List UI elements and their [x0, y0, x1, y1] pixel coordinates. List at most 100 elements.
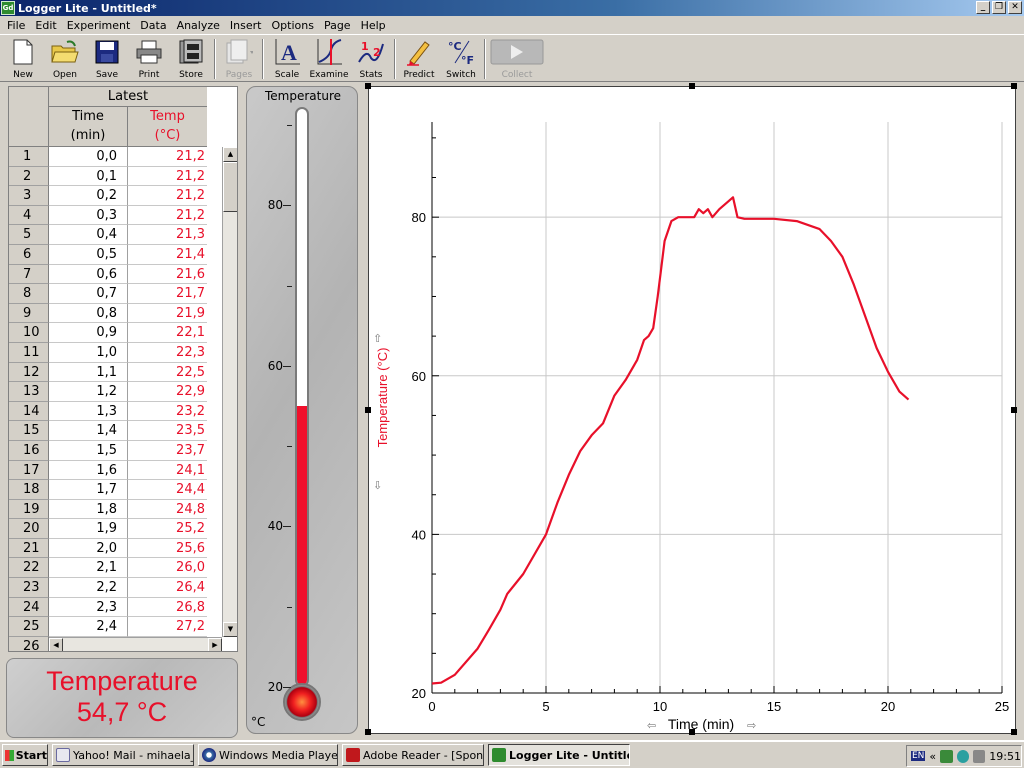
table-row[interactable]: 19 1,8 24,8: [9, 499, 221, 520]
time-cell[interactable]: 1,4: [49, 421, 128, 441]
table-row[interactable]: 16 1,5 23,7: [9, 440, 221, 461]
vertical-scrollbar[interactable]: ▲ ▼: [222, 147, 237, 637]
temp-cell[interactable]: 22,1: [128, 323, 207, 343]
open-button[interactable]: Open: [44, 35, 86, 81]
time-cell[interactable]: 0,2: [49, 186, 128, 206]
resize-handle[interactable]: [1011, 407, 1017, 413]
resize-handle[interactable]: [365, 407, 371, 413]
table-row[interactable]: 18 1,7 24,4: [9, 480, 221, 500]
table-row[interactable]: 9 0,8 21,9: [9, 303, 221, 324]
temp-cell[interactable]: 22,3: [128, 343, 207, 363]
temp-cell[interactable]: 21,3: [128, 225, 207, 245]
stats-button[interactable]: 12 Stats: [350, 35, 392, 81]
start-button[interactable]: Start: [2, 744, 48, 766]
restore-button[interactable]: ❐: [992, 1, 1006, 14]
table-row[interactable]: 10 0,9 22,1: [9, 323, 221, 343]
time-cell[interactable]: 1,6: [49, 460, 128, 481]
temp-cell[interactable]: 27,2: [128, 617, 207, 637]
temp-cell[interactable]: 22,5: [128, 363, 207, 383]
time-cell[interactable]: 1,2: [49, 382, 128, 402]
thermometer-panel[interactable]: Temperature °C 80 60 40 20: [246, 86, 358, 734]
temp-cell[interactable]: 26,0: [128, 558, 207, 579]
time-cell[interactable]: 1,3: [49, 401, 128, 422]
time-cell[interactable]: 2,3: [49, 597, 128, 618]
temp-cell[interactable]: 24,8: [128, 500, 207, 520]
temp-cell[interactable]: 24,1: [128, 461, 207, 481]
time-cell[interactable]: 1,0: [49, 342, 128, 363]
table-row[interactable]: 6 0,5 21,4: [9, 244, 221, 265]
temp-cell[interactable]: 21,2: [128, 147, 207, 167]
temp-cell[interactable]: 21,7: [128, 284, 207, 304]
graph-panel[interactable]: 0 5 10 15 20 25 20 40 60 80 Time (min) Temperature …: [365, 83, 1017, 735]
antivirus-icon[interactable]: [956, 749, 969, 763]
resize-handle[interactable]: [1011, 83, 1017, 89]
store-button[interactable]: Store: [170, 35, 212, 81]
table-row[interactable]: 3 0,2 21,2: [9, 186, 221, 206]
table-row[interactable]: 25 2,4 27,2: [9, 617, 221, 637]
time-cell[interactable]: 2,0: [49, 538, 128, 559]
time-cell[interactable]: 0,3: [49, 205, 128, 226]
menu-edit[interactable]: Edit: [30, 19, 61, 32]
tray-chevron-icon[interactable]: «: [929, 750, 936, 763]
menu-insert[interactable]: Insert: [225, 19, 267, 32]
table-row[interactable]: 13 1,2 22,9: [9, 382, 221, 402]
menu-help[interactable]: Help: [356, 19, 391, 32]
time-cell[interactable]: 0,8: [49, 303, 128, 324]
temperature-graph[interactable]: 0 5 10 15 20 25 20 40 60 80 Time (min) Temperature …: [369, 87, 1015, 733]
horizontal-scrollbar[interactable]: ◀ ▶: [49, 637, 222, 651]
save-button[interactable]: Save: [86, 35, 128, 81]
menu-options[interactable]: Options: [266, 19, 318, 32]
table-row[interactable]: 23 2,2 26,4: [9, 578, 221, 598]
temp-cell[interactable]: 21,4: [128, 245, 207, 265]
temp-cell[interactable]: 21,2: [128, 186, 207, 206]
scroll-down-arrow-icon[interactable]: ▼: [223, 622, 237, 637]
taskbar-item-media-player[interactable]: Windows Media Player: [198, 744, 338, 766]
table-row[interactable]: 5 0,4 21,3: [9, 225, 221, 245]
language-indicator[interactable]: EN: [911, 751, 926, 761]
minimize-button[interactable]: _: [976, 1, 990, 14]
time-cell[interactable]: 2,1: [49, 558, 128, 579]
time-cell[interactable]: 0,6: [49, 264, 128, 285]
taskbar-item-logger-lite[interactable]: Logger Lite - Untitled*: [488, 744, 630, 766]
column-header-time[interactable]: Time (min): [49, 107, 128, 147]
temp-cell[interactable]: 25,2: [128, 519, 207, 539]
table-row[interactable]: 7 0,6 21,6: [9, 264, 221, 285]
predict-button[interactable]: Predict: [398, 35, 440, 81]
table-row[interactable]: 21 2,0 25,6: [9, 538, 221, 559]
time-cell[interactable]: 0,5: [49, 244, 128, 265]
table-row[interactable]: 1 0,0 21,2: [9, 147, 221, 167]
resize-handle[interactable]: [689, 729, 695, 735]
time-cell[interactable]: 1,7: [49, 480, 128, 500]
close-button[interactable]: ✕: [1008, 1, 1022, 14]
time-cell[interactable]: 0,9: [49, 323, 128, 343]
scroll-left-arrow-icon[interactable]: ◀: [49, 638, 63, 651]
examine-button[interactable]: Examine: [308, 35, 350, 81]
time-cell[interactable]: 1,9: [49, 519, 128, 539]
temp-cell[interactable]: 26,4: [128, 578, 207, 598]
volume-icon[interactable]: [972, 749, 986, 763]
table-row[interactable]: 17 1,6 24,1: [9, 460, 221, 481]
temp-cell[interactable]: 23,7: [128, 441, 207, 461]
table-row[interactable]: 11 1,0 22,3: [9, 342, 221, 363]
time-cell[interactable]: 0,0: [49, 147, 128, 167]
menu-page[interactable]: Page: [319, 19, 356, 32]
temp-cell[interactable]: 24,4: [128, 480, 207, 500]
time-cell[interactable]: 0,1: [49, 166, 128, 187]
time-cell[interactable]: 0,4: [49, 225, 128, 245]
table-row[interactable]: 24 2,3 26,8: [9, 597, 221, 618]
table-row[interactable]: 12 1,1 22,5: [9, 362, 221, 383]
table-row[interactable]: 14 1,3 23,2: [9, 401, 221, 422]
table-row[interactable]: 22 2,1 26,0: [9, 558, 221, 579]
resize-handle[interactable]: [365, 729, 371, 735]
resize-handle[interactable]: [689, 83, 695, 89]
scale-button[interactable]: A Scale: [266, 35, 308, 81]
time-cell[interactable]: 2,4: [49, 617, 128, 637]
resize-handle[interactable]: [1011, 729, 1017, 735]
temp-cell[interactable]: 21,2: [128, 167, 207, 187]
temp-cell[interactable]: 25,6: [128, 539, 207, 559]
menu-file[interactable]: File: [2, 19, 30, 32]
temperature-meter[interactable]: Temperature 54,7 °C: [6, 658, 238, 738]
menu-analyze[interactable]: Analyze: [172, 19, 225, 32]
scroll-up-arrow-icon[interactable]: ▲: [223, 147, 237, 162]
column-header-temp[interactable]: Temp (°C): [128, 107, 207, 147]
